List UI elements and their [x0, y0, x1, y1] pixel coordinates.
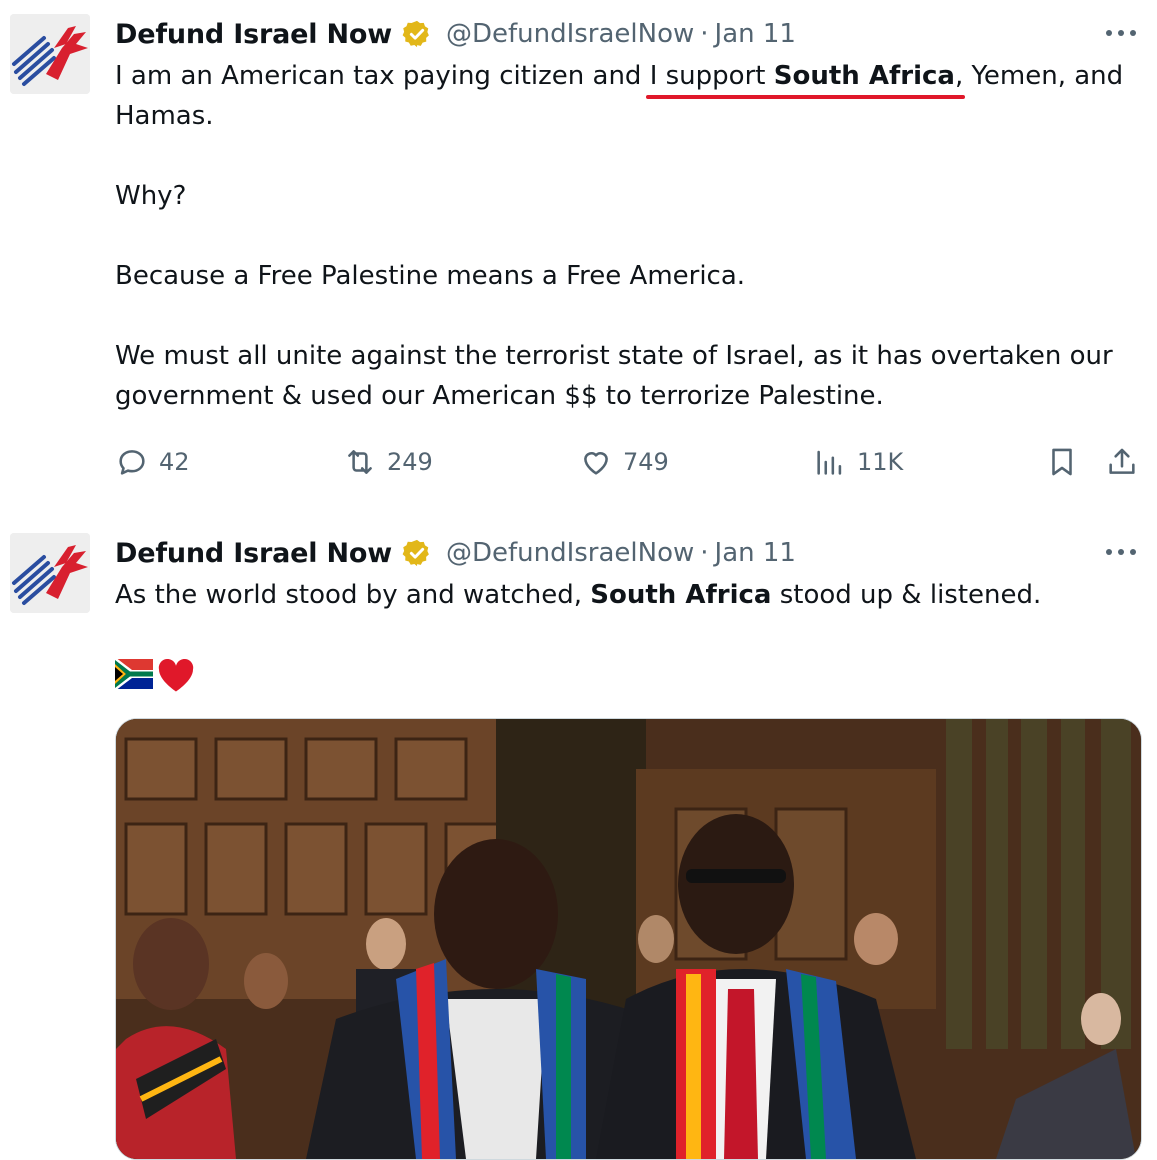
reply-count: 42	[159, 448, 190, 476]
views-button[interactable]: 11K	[813, 440, 903, 484]
avatar[interactable]	[10, 14, 90, 94]
retweet-button[interactable]: 249	[343, 440, 433, 484]
verified-badge-icon[interactable]	[402, 19, 432, 49]
tweet-date[interactable]: Jan 11	[715, 19, 796, 49]
bookmark-icon	[1052, 448, 1072, 476]
share-icon	[1109, 448, 1135, 474]
retweet-count: 249	[387, 448, 433, 476]
tweet-text-part2: , Yemen, and Hamas. Why? Because a Free …	[115, 61, 1124, 411]
reply-icon	[119, 450, 145, 475]
south-africa-flag-icon	[115, 659, 153, 689]
courtroom-photo-image	[116, 719, 1141, 1159]
view-count: 11K	[857, 448, 904, 476]
tweet-text-part1: As the world stood by and watched,	[115, 580, 591, 610]
tweet-text: I am an American tax paying citizen and …	[115, 56, 1137, 416]
bookmark-button[interactable]	[1045, 440, 1089, 484]
defund-israel-logo-icon	[10, 14, 90, 94]
author-name[interactable]: Defund Israel Now	[115, 19, 392, 50]
author-name[interactable]: Defund Israel Now	[115, 538, 392, 569]
verified-badge-icon[interactable]	[402, 538, 432, 568]
tweet-2[interactable]: Defund Israel Now @DefundIsraelNow · Jan…	[0, 533, 1157, 1160]
tweet-text: As the world stood by and watched, South…	[115, 575, 1137, 615]
emoji-row	[115, 659, 195, 693]
tweet-text-part2: stood up & listened.	[771, 580, 1042, 610]
author-handle[interactable]: @DefundIsraelNow	[446, 19, 694, 49]
tweet-photo[interactable]	[115, 718, 1142, 1160]
more-options-icon[interactable]	[1103, 539, 1139, 565]
share-button[interactable]	[1105, 440, 1149, 484]
retweet-icon	[348, 450, 372, 474]
red-heart-icon	[158, 659, 194, 692]
tweet-text-bold: South Africa	[590, 580, 772, 610]
tweet-text-bold: South Africa	[773, 61, 955, 91]
like-button[interactable]: 749	[579, 440, 669, 484]
more-options-icon[interactable]	[1103, 20, 1139, 46]
tweet-1[interactable]: Defund Israel Now @DefundIsraelNow · Jan…	[0, 14, 1157, 504]
underlined-phrase: I support South Africa	[650, 61, 955, 91]
author-handle[interactable]: @DefundIsraelNow	[446, 538, 694, 568]
reply-button[interactable]: 42	[115, 440, 190, 484]
separator-dot: ·	[700, 538, 709, 568]
tweet-date[interactable]: Jan 11	[715, 538, 796, 568]
views-chart-icon	[817, 450, 842, 475]
tweet-text-part1: I am an American tax paying citizen and	[115, 61, 650, 91]
separator-dot: ·	[700, 19, 709, 49]
tweet-actions: 42 249 749 11K	[115, 440, 1145, 484]
like-count: 749	[623, 448, 669, 476]
avatar[interactable]	[10, 533, 90, 613]
heart-icon	[584, 452, 608, 475]
tweet-text-underlined: I support	[649, 61, 774, 91]
defund-israel-logo-icon	[10, 533, 90, 613]
